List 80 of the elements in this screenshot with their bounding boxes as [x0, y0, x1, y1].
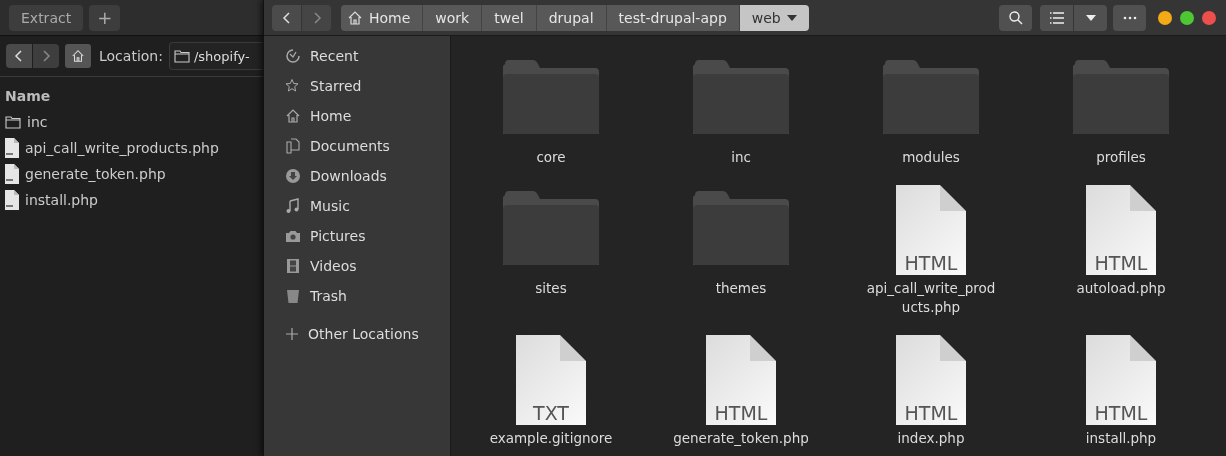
trash-icon	[285, 288, 301, 304]
sidebar-item[interactable]: Documents	[264, 131, 450, 161]
search-button[interactable]	[999, 4, 1032, 31]
back-button[interactable]	[272, 4, 301, 31]
home-icon	[285, 108, 301, 124]
extract-button[interactable]: Extract	[9, 4, 84, 31]
sidebar-item[interactable]: Starred	[264, 71, 450, 101]
folder-icon	[173, 49, 190, 63]
file-item[interactable]: HTML index.php	[836, 329, 1026, 456]
plus-icon	[285, 327, 299, 341]
document-icon	[5, 138, 19, 158]
folder-icon	[1073, 60, 1169, 134]
folder-icon	[5, 115, 21, 129]
close-button[interactable]	[1202, 10, 1216, 25]
document-icon: HTML	[896, 185, 966, 275]
document-icon: HTML	[706, 335, 776, 425]
folder-icon	[693, 60, 789, 134]
sidebar-item[interactable]: Downloads	[264, 161, 450, 191]
folder-icon	[883, 60, 979, 134]
file-item[interactable]: TXT example.gitignore	[456, 329, 646, 456]
location-field[interactable]: /shopify-	[168, 42, 263, 70]
sidebar-item[interactable]: Other Locations	[264, 319, 450, 349]
list-icon	[1049, 11, 1064, 24]
view-options-button[interactable]	[1074, 4, 1107, 31]
document-icon: HTML	[896, 335, 966, 425]
file-item[interactable]: HTML generate_token.php	[646, 329, 836, 456]
star-icon	[285, 78, 301, 94]
file-item[interactable]: inc	[646, 48, 836, 179]
file-item[interactable]: themes	[646, 179, 836, 329]
camera-icon	[285, 228, 301, 244]
path-button[interactable]: web	[738, 4, 809, 31]
sidebar-item[interactable]: Music	[264, 191, 450, 221]
home-icon	[347, 9, 363, 26]
document-icon: HTML	[1086, 335, 1156, 425]
add-button[interactable]: +	[89, 4, 121, 31]
view-list-button[interactable]	[1040, 4, 1073, 31]
location-label: Location:	[99, 48, 163, 64]
minimize-button[interactable]	[1158, 10, 1172, 25]
path-button[interactable]: work	[422, 4, 482, 31]
document-icon	[5, 190, 19, 210]
file-row[interactable]: inc	[5, 109, 258, 135]
folder-icon	[503, 60, 599, 134]
path-button[interactable]: drupal	[535, 4, 606, 31]
document-icon: TXT	[516, 335, 586, 425]
path-button[interactable]: Home	[341, 4, 423, 31]
sidebar-item[interactable]: Home	[264, 101, 450, 131]
sidebar-item[interactable]: Trash	[264, 281, 450, 311]
file-row[interactable]: generate_token.php	[5, 161, 258, 187]
folder-icon	[693, 191, 789, 265]
file-item[interactable]: profiles	[1026, 48, 1216, 179]
search-icon	[1007, 9, 1024, 26]
caret-icon	[1085, 14, 1096, 21]
file-item[interactable]: modules	[836, 48, 1026, 179]
download-icon	[285, 168, 301, 184]
file-row[interactable]: install.php	[5, 187, 258, 213]
home-button[interactable]	[65, 44, 91, 68]
sidebar-item[interactable]: Videos	[264, 251, 450, 281]
file-row[interactable]: api_call_write_products.php	[5, 135, 258, 161]
sidebar-item[interactable]: Recent	[264, 41, 450, 71]
file-item[interactable]: core	[456, 48, 646, 179]
column-header[interactable]: Name	[5, 83, 258, 109]
home-icon	[71, 48, 85, 64]
document-icon	[5, 164, 19, 184]
file-item[interactable]: HTML install.php	[1026, 329, 1216, 456]
file-item[interactable]: sites	[456, 179, 646, 329]
file-item[interactable]: HTML api_call_write_products.php	[836, 179, 1026, 329]
folder-icon	[503, 191, 599, 265]
document-icon: HTML	[1086, 185, 1156, 275]
path-button[interactable]: test-drupal-app	[605, 4, 739, 31]
back-button[interactable]	[6, 44, 32, 68]
caret-icon	[786, 14, 797, 21]
path-button[interactable]: twel	[481, 4, 536, 31]
maximize-button[interactable]	[1180, 10, 1194, 25]
more-icon	[1122, 15, 1137, 20]
file-item[interactable]: HTML autoload.php	[1026, 179, 1216, 329]
sidebar-item[interactable]: Pictures	[264, 221, 450, 251]
clock-icon	[285, 48, 301, 64]
music-icon	[285, 198, 301, 214]
docs-icon	[285, 138, 301, 154]
film-icon	[285, 258, 301, 274]
